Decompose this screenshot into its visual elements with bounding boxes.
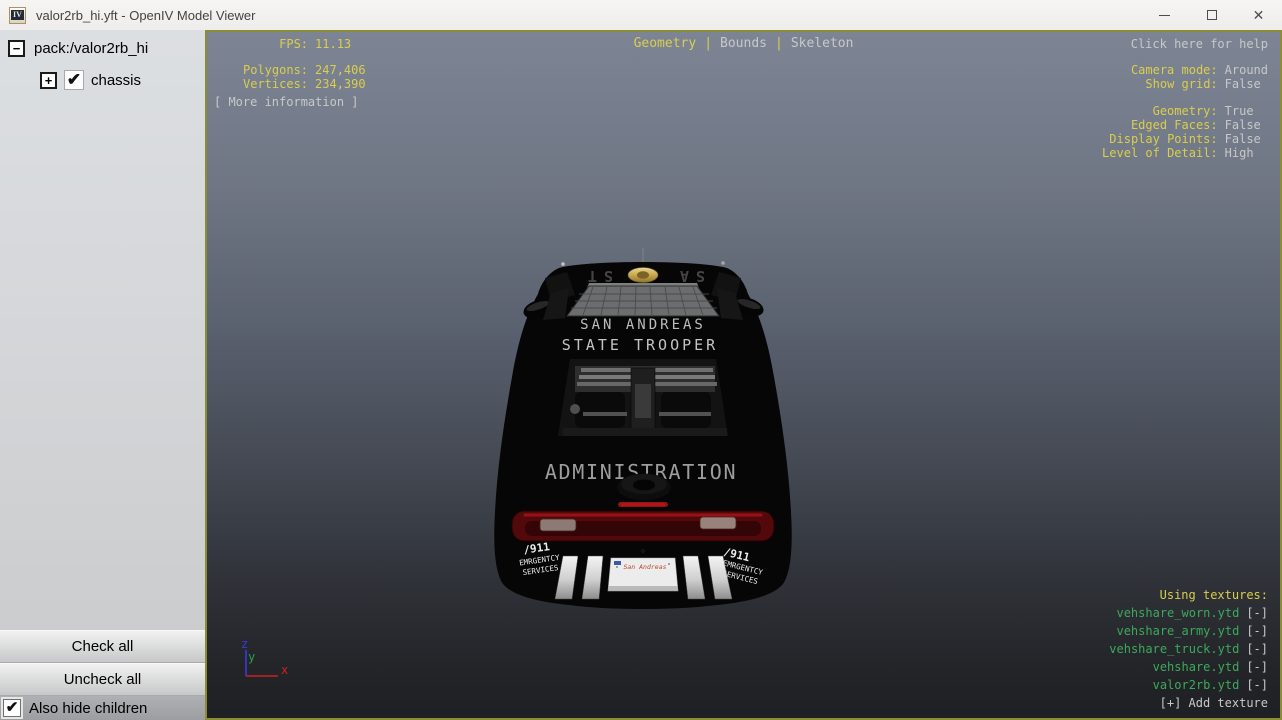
more-information-link[interactable]: [ More information ] [214, 95, 366, 109]
axis-gizmo-icon: z y x [241, 637, 288, 677]
axis-z-label: z [241, 637, 248, 651]
tab-geometry[interactable]: Geometry [634, 37, 697, 51]
window-title: valor2rb_hi.yft - OpenIV Model Viewer [36, 7, 256, 23]
also-hide-children-checkbox[interactable]: ✔ [3, 699, 21, 717]
texture-name[interactable]: vehshare_army.ytd [1116, 624, 1239, 638]
texture-row: vehshare_truck.ytd [-] [1109, 640, 1268, 658]
roof-decal-right: SA [673, 267, 705, 285]
trunk-emblem [617, 473, 671, 501]
edged-faces-value[interactable]: False [1225, 118, 1261, 132]
texture-row: valor2rb.ytd [-] [1109, 676, 1268, 694]
marker-light-right [721, 261, 725, 265]
titlebar: IV valor2rb_hi.yft - OpenIV Model Viewer… [0, 0, 1282, 30]
polygons-value: 247,406 [315, 63, 366, 77]
minimize-icon [1159, 14, 1170, 16]
texture-row: vehshare_army.ytd [-] [1109, 622, 1268, 640]
geometry-toggle-value[interactable]: True [1225, 104, 1254, 118]
stats-overlay: FPS: 11.13 Polygons: 247,406 Vertices: 2… [214, 37, 366, 109]
edged-faces-label[interactable]: Edged Faces: [1131, 118, 1218, 132]
texture-name[interactable]: vehshare_worn.ytd [1116, 606, 1239, 620]
texture-row: vehshare_worn.ytd [-] [1109, 604, 1268, 622]
decal-line2: STATE TROOPER [562, 336, 718, 354]
remove-texture-button[interactable]: [-] [1246, 678, 1268, 692]
maximize-button[interactable] [1188, 0, 1235, 30]
collapse-icon[interactable]: − [8, 40, 25, 57]
fps-value: 11.13 [315, 37, 352, 51]
settings-overlay: Click here for help Camera mode: Around … [1102, 37, 1268, 160]
roof-badge-icon [627, 267, 659, 283]
tree-row-chassis: + ✔ chassis [0, 57, 205, 90]
vertices-label: Vertices: [243, 77, 309, 91]
openiv-app-icon[interactable]: IV [9, 6, 26, 24]
sidebar-bottom-actions: Check all Uncheck all ✔ Also hide childr… [0, 630, 205, 720]
tree-row-root: − pack:/valor2rb_hi [0, 30, 205, 57]
tab-skeleton[interactable]: Skeleton [791, 37, 854, 51]
tab-separator: | [774, 36, 783, 51]
texture-name[interactable]: vehshare.ytd [1153, 660, 1240, 674]
texture-row: vehshare.ytd [-] [1109, 658, 1268, 676]
maximize-icon [1206, 10, 1217, 20]
checkmark-icon: ✔ [66, 69, 82, 89]
remove-texture-button[interactable]: [-] [1246, 624, 1268, 638]
app-icon-glyph: IV [11, 10, 24, 20]
geometry-toggle-label[interactable]: Geometry: [1153, 104, 1218, 118]
vertices-value: 234,390 [315, 77, 366, 91]
openiv-model-viewer-window: IV valor2rb_hi.yft - OpenIV Model Viewer… [0, 0, 1282, 720]
remove-texture-button[interactable]: [-] [1246, 660, 1268, 674]
also-hide-children-row[interactable]: ✔ Also hide children [0, 696, 205, 720]
close-icon: ✕ [1252, 7, 1265, 23]
tow-hook [639, 547, 647, 555]
display-points-value[interactable]: False [1225, 132, 1261, 146]
show-grid-label[interactable]: Show grid: [1145, 77, 1217, 91]
roof-decal-left: ST [581, 267, 613, 285]
checkmark-icon: ✔ [5, 698, 19, 716]
interior [563, 366, 727, 436]
model-tree-sidebar: − pack:/valor2rb_hi + ✔ chassis Check al… [0, 30, 205, 720]
level-of-detail-value[interactable]: High [1225, 146, 1254, 160]
minimize-button[interactable] [1141, 0, 1188, 30]
tab-bounds[interactable]: Bounds [720, 37, 767, 51]
chassis-checkbox[interactable]: ✔ [64, 70, 84, 90]
decal-line1: SAN ANDREAS [580, 317, 706, 333]
tree-item-chassis-label[interactable]: chassis [91, 72, 141, 89]
tail-light-bar [511, 510, 775, 542]
also-hide-children-label: Also hide children [29, 699, 148, 717]
remove-texture-button[interactable]: [-] [1246, 606, 1268, 620]
add-texture-button[interactable]: [+] Add texture [1109, 694, 1268, 712]
polygons-label: Polygons: [243, 63, 309, 77]
close-button[interactable]: ✕ [1235, 0, 1282, 30]
view-mode-tabs: Geometry | Bounds | Skeleton [634, 37, 854, 51]
license-plate: San Andreas [607, 557, 679, 592]
tree-root-label[interactable]: pack:/valor2rb_hi [34, 40, 148, 57]
uncheck-all-button[interactable]: Uncheck all [0, 663, 205, 696]
plate-text: San Andreas [623, 563, 666, 571]
display-points-label[interactable]: Display Points: [1109, 132, 1217, 146]
textures-header: Using textures: [1159, 588, 1268, 602]
marker-light-left [561, 262, 565, 266]
camera-mode-value[interactable]: Around [1225, 63, 1268, 77]
axis-y-label: y [248, 650, 255, 664]
textures-overlay: Using textures: vehshare_worn.ytd [-] veh… [1109, 586, 1268, 712]
remove-texture-button[interactable]: [-] [1246, 642, 1268, 656]
texture-name[interactable]: valor2rb.ytd [1153, 678, 1240, 692]
camera-mode-label[interactable]: Camera mode: [1131, 63, 1218, 77]
help-link[interactable]: Click here for help [1131, 37, 1268, 51]
show-grid-value[interactable]: False [1225, 77, 1261, 91]
texture-name[interactable]: vehshare_truck.ytd [1109, 642, 1239, 656]
check-all-button[interactable]: Check all [0, 630, 205, 663]
center-brake-light-glow [621, 503, 665, 506]
fps-label: FPS: [279, 37, 309, 51]
expand-icon[interactable]: + [40, 71, 57, 89]
model-viewport-3d[interactable]: ST SA SAN ANDREAS STATE TROOPER ADMINIST… [205, 30, 1282, 720]
level-of-detail-label[interactable]: Level of Detail: [1102, 146, 1218, 160]
tab-separator: | [704, 36, 713, 51]
axis-x-label: x [281, 663, 288, 677]
window-controls: ✕ [1141, 0, 1282, 30]
